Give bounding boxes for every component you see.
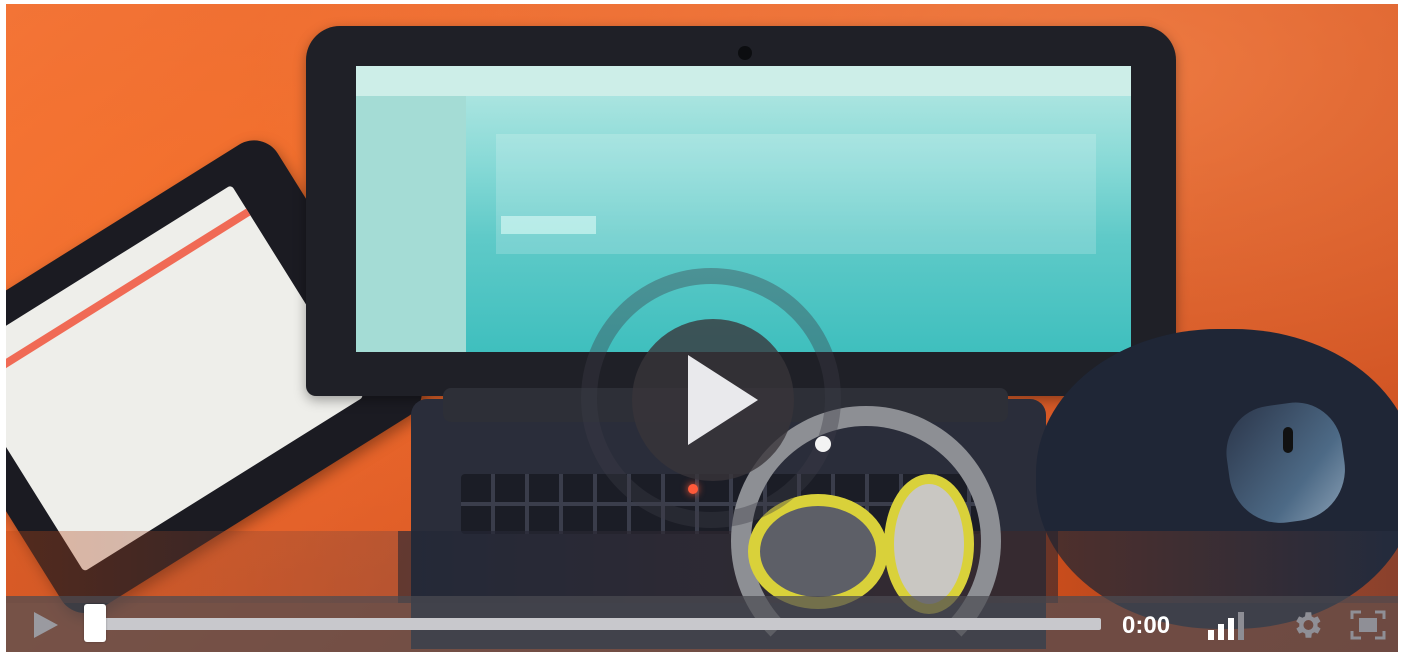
laptop-screen-chip xyxy=(501,216,596,234)
play-button[interactable] xyxy=(28,610,64,640)
signal-bar-3 xyxy=(1228,618,1234,640)
laptop-screen-sidebar xyxy=(356,96,466,352)
quality-button[interactable] xyxy=(1204,610,1254,640)
loading-dot xyxy=(815,436,831,452)
play-icon xyxy=(34,612,58,638)
time-display: 0:00 xyxy=(1122,612,1171,639)
big-play-button[interactable] xyxy=(632,319,794,481)
headphones-ear-cup-right xyxy=(884,474,974,614)
fullscreen-icon[interactable] xyxy=(1348,608,1388,642)
play-icon xyxy=(688,355,758,445)
webcam xyxy=(738,46,752,60)
video-player[interactable]: 0:00 xyxy=(6,4,1398,652)
laptop-screen-panel xyxy=(496,134,1096,254)
mouse-wheel xyxy=(1283,427,1293,453)
signal-bar-4 xyxy=(1238,612,1244,640)
control-bar: 0:00 xyxy=(6,596,1398,652)
signal-bar-2 xyxy=(1218,624,1224,640)
gear-icon[interactable] xyxy=(1290,608,1324,642)
progress-scrubber[interactable] xyxy=(84,604,106,642)
signal-bars-icon xyxy=(1208,630,1214,640)
progress-bar[interactable] xyxy=(96,618,1101,630)
laptop-screen-toolbar xyxy=(356,66,1131,96)
